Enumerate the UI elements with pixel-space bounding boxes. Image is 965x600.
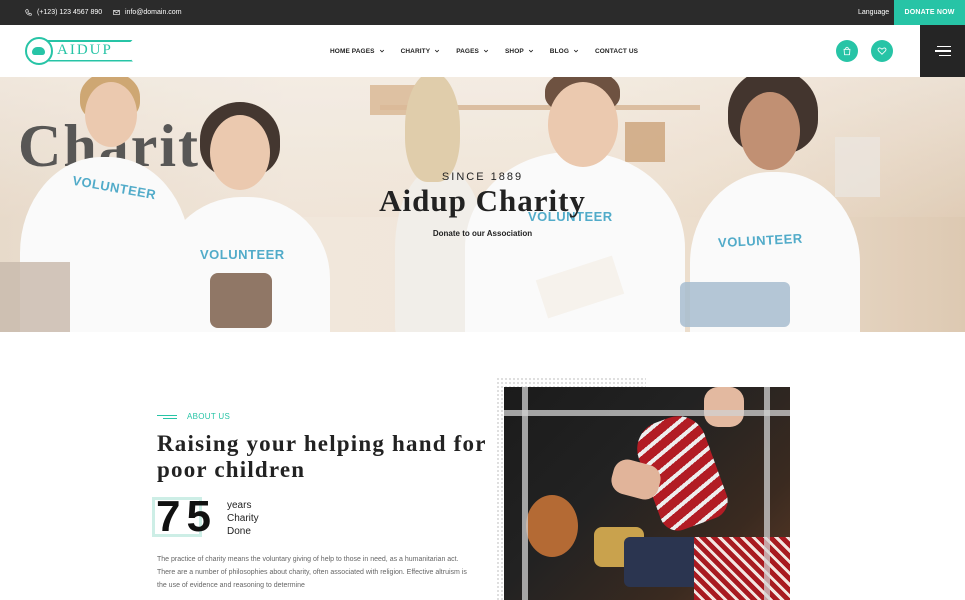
photo-frame-line <box>504 410 790 416</box>
cart-button[interactable] <box>836 40 858 62</box>
nav-item-label: SHOP <box>504 47 524 55</box>
nav-item-label: PAGES <box>456 47 479 55</box>
counter-label-line: Done <box>227 526 251 537</box>
top-bar: (+123) 123 4567 890 info@domain.com Lang… <box>0 0 965 25</box>
hero-title: Aidup Charity <box>379 183 586 218</box>
email-address: info@domain.com <box>125 9 182 16</box>
nav-item-pages[interactable]: PAGES <box>456 48 489 55</box>
chevron-down-icon <box>528 49 533 53</box>
nav-item-label: CONTACT US <box>594 47 639 55</box>
nav-item-label: BLOG <box>549 47 569 55</box>
heart-icon <box>877 47 887 55</box>
wishlist-button[interactable] <box>871 40 893 62</box>
language-label: Language <box>858 9 890 16</box>
main-header: AIDUP HOME PAGES CHARITY PAGES SHOP BLOG… <box>0 25 965 77</box>
logo-emblem-icon <box>25 36 53 65</box>
about-photo <box>504 387 790 600</box>
about-label: ABOUT US <box>187 412 231 421</box>
photo-teddy-bear <box>526 495 578 557</box>
counter-label-line: Charity <box>227 513 259 524</box>
email-contact[interactable]: info@domain.com <box>113 0 182 25</box>
main-navigation: HOME PAGES CHARITY PAGES SHOP BLOG CONTA… <box>330 25 654 77</box>
logo[interactable]: AIDUP <box>25 36 133 65</box>
photo-frame-line <box>764 387 770 600</box>
chevron-down-icon <box>435 49 440 53</box>
phone-contact[interactable]: (+123) 123 4567 890 <box>25 0 102 25</box>
years-counter: 75 <box>156 492 217 541</box>
chevron-down-icon <box>573 49 579 53</box>
counter-label-line: years <box>227 500 252 511</box>
nav-item-charity[interactable]: CHARITY <box>401 48 441 55</box>
nav-item-contact-us[interactable]: CONTACT US <box>595 48 638 55</box>
counter-label: years Charity Done <box>227 499 277 538</box>
nav-item-label: CHARITY <box>400 47 431 55</box>
about-description: The practice of charity means the volunt… <box>157 556 467 589</box>
phone-icon <box>25 9 32 16</box>
shopping-bag-icon <box>843 46 851 56</box>
nav-item-shop[interactable]: SHOP <box>505 48 534 55</box>
photo-hand <box>704 387 744 427</box>
nav-item-home-pages[interactable]: HOME PAGES <box>330 48 385 55</box>
language-selector[interactable]: Language <box>858 0 889 25</box>
about-heading: Raising your helping hand for poor child… <box>157 431 487 482</box>
chevron-down-icon <box>379 49 384 53</box>
about-label-decoration <box>157 415 177 419</box>
nav-item-label: HOME PAGES <box>330 47 375 55</box>
mail-icon <box>113 10 120 15</box>
hero-since: SINCE 1889 <box>441 171 524 183</box>
hero-banner: Charit VOLUNTEER VOLUNTEER VOLUNTEER VOL… <box>0 77 965 332</box>
hero-subtitle: Donate to our Association <box>432 229 533 238</box>
chevron-down-icon <box>483 49 489 53</box>
photo-plaid-fabric <box>694 537 790 600</box>
photo-frame-line <box>522 387 528 600</box>
hamburger-menu-icon[interactable] <box>920 25 965 77</box>
phone-number: (+123) 123 4567 890 <box>37 9 103 16</box>
logo-text: AIDUP <box>45 39 133 62</box>
nav-item-blog[interactable]: BLOG <box>550 48 579 55</box>
donate-now-button[interactable]: DONATE NOW <box>894 0 965 25</box>
